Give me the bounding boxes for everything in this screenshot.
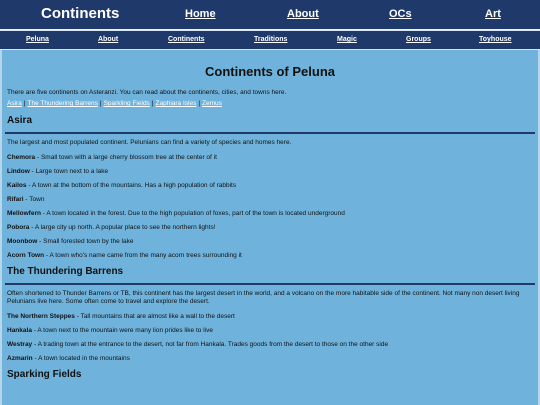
section-heading-thundering-barrens: The Thundering Barrens (7, 266, 124, 277)
section-divider (5, 283, 535, 285)
nav-about-link[interactable]: About (287, 8, 319, 21)
site-title: Continents (41, 5, 120, 22)
town-entry: Lindow - Large town next to a lake (7, 168, 533, 176)
subnav-groups-link[interactable]: Groups (406, 35, 431, 44)
subnav-about-link[interactable]: About (98, 35, 118, 44)
subnav-toyhouse-link[interactable]: Toyhouse (479, 35, 512, 44)
town-name: Moonbow (7, 238, 38, 245)
town-text: - Small forested town by the lake (37, 238, 134, 245)
town-entry: Chemora - Small town with a large cherry… (7, 154, 533, 162)
nav-home-link[interactable]: Home (185, 8, 216, 21)
section-heading-sparking-fields: Sparking Fields (7, 369, 82, 380)
section-heading-asira: Asira (7, 115, 33, 126)
town-entry: Westray - A trading town at the entrance… (7, 341, 533, 349)
town-entry: Kailos - A town at the bottom of the mou… (7, 182, 533, 190)
town-text: - Town (23, 196, 45, 203)
sub-navbar: Peluna About Continents Traditions Magic… (0, 30, 540, 50)
town-name: Hankala (7, 327, 32, 334)
town-name: Pobora (7, 224, 30, 231)
nav-art-link[interactable]: Art (485, 8, 501, 21)
quicklink-zemus[interactable]: Zemus (202, 100, 222, 107)
town-entry: The Northern Steppes - Tall mountains th… (7, 313, 533, 321)
town-text: - A town next to the mountain were many … (31, 327, 213, 334)
town-text: - A large city up north. A popular place… (29, 224, 216, 231)
subnav-magic-link[interactable]: Magic (337, 35, 357, 44)
top-navbar: Continents Home About OCs Art (0, 0, 540, 30)
section-description: The largest and most populated continent… (7, 139, 292, 146)
town-text: - A town located in the forest. Due to t… (40, 210, 345, 217)
town-name: Azmarin (7, 355, 33, 362)
subnav-continents-link[interactable]: Continents (168, 35, 205, 44)
town-entry: Pobora - A large city up north. A popula… (7, 224, 533, 232)
town-text: - A town who's name came from the many a… (44, 252, 242, 259)
town-text: - A town located in the mountains (32, 355, 130, 362)
town-name: Westray (7, 341, 33, 348)
town-name: Chemora (7, 154, 36, 161)
town-name: Acorn Town (7, 252, 45, 259)
town-text: - Large town next to a lake (29, 168, 109, 175)
town-entry: Mellowfern - A town located in the fores… (7, 210, 533, 218)
main-content: Continents of Peluna There are five cont… (0, 50, 540, 405)
town-name: Lindow (7, 168, 30, 175)
town-entry: Acorn Town - A town who's name came from… (7, 252, 533, 260)
section-description: Often shortened to Thunder Barrens or TB… (7, 290, 520, 305)
subnav-traditions-link[interactable]: Traditions (254, 35, 287, 44)
subnav-peluna-link[interactable]: Peluna (26, 35, 49, 44)
town-entry: Moonbow - Small forested town by the lak… (7, 238, 533, 246)
quicklink-asira[interactable]: Asira (7, 100, 22, 107)
quicklink-zaphiara-isles[interactable]: Zaphiara Isles (156, 100, 197, 107)
intro-text: There are five continents on Asteranzi. … (7, 89, 287, 96)
town-text: - Small town with a large cherry blossom… (35, 154, 217, 161)
town-entry: Hankala - A town next to the mountain we… (7, 327, 533, 335)
quicklink-sparkling-fields[interactable]: Sparkling Fields (104, 100, 150, 107)
section-divider (5, 132, 535, 134)
quicklink-thundering-barrens[interactable]: The Thundering Barrens (28, 100, 98, 107)
town-name: Kailos (7, 182, 27, 189)
continent-quicklinks: Asira | The Thundering Barrens | Sparkling F… (7, 100, 533, 107)
town-text: - A town at the bottom of the mountains.… (26, 182, 237, 189)
nav-ocs-link[interactable]: OCs (389, 8, 412, 21)
town-name: The Northern Steppes (7, 313, 75, 320)
town-name: Mellowfern (7, 210, 41, 217)
page-title: Continents of Peluna (205, 64, 335, 79)
town-entry: Rifari - Town (7, 196, 533, 204)
town-name: Rifari (7, 196, 24, 203)
town-text: - A trading town at the entrance to the … (32, 341, 389, 348)
town-text: - Tall mountains that are almost like a … (74, 313, 235, 320)
town-entry: Azmarin - A town located in the mountain… (7, 355, 533, 363)
